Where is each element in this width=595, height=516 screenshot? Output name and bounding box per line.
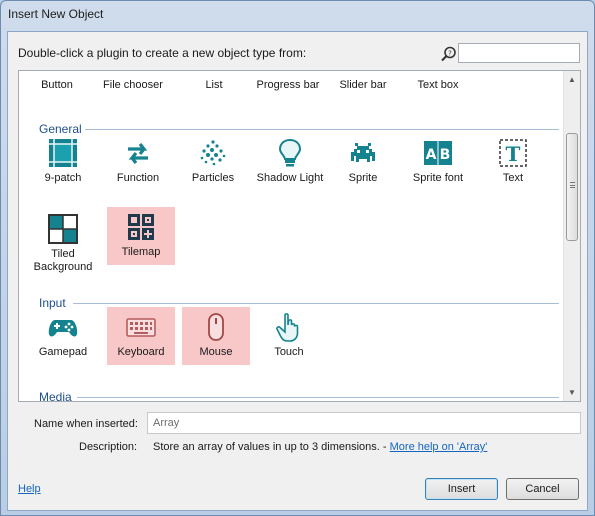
tilemap-icon bbox=[128, 214, 154, 240]
nine-patch-icon bbox=[49, 139, 77, 167]
list-item-function[interactable]: Function bbox=[104, 133, 172, 189]
list-item-tilemap[interactable]: Tilemap bbox=[107, 207, 175, 265]
dialog-client: Double-click a plugin to create a new ob… bbox=[7, 31, 588, 511]
category-divider bbox=[77, 397, 559, 398]
svg-text:T: T bbox=[506, 142, 521, 166]
svg-text:B: B bbox=[440, 147, 451, 163]
scroll-thumb[interactable] bbox=[566, 133, 578, 241]
search-input[interactable] bbox=[458, 43, 580, 63]
item-label: Slider bar bbox=[339, 79, 387, 91]
description-label: Description: bbox=[79, 441, 138, 453]
description-text: Store an array of values in up to 3 dime… bbox=[153, 441, 487, 453]
grip-icon bbox=[570, 182, 575, 188]
list-item-sprite-font[interactable]: A B Sprite font bbox=[404, 133, 472, 189]
sprite-font-icon: A B bbox=[424, 141, 452, 165]
list-item-touch[interactable]: Touch bbox=[255, 307, 323, 363]
list-item-shadow-light[interactable]: Shadow Light bbox=[254, 133, 326, 189]
shadow-light-icon bbox=[278, 138, 302, 167]
list-item-particles[interactable]: Particles bbox=[179, 133, 247, 189]
list-scrollbar[interactable]: ▲ ▼ bbox=[563, 71, 580, 401]
function-icon bbox=[128, 143, 148, 164]
instruction-text: Double-click a plugin to create a new ob… bbox=[18, 46, 307, 60]
list-item-text[interactable]: T Text bbox=[479, 133, 547, 189]
item-label: Mouse bbox=[199, 346, 233, 358]
item-label: 9-patch bbox=[44, 172, 82, 184]
item-label: Tiled Background bbox=[33, 248, 93, 273]
list-item-sprite[interactable]: Sprite bbox=[329, 133, 397, 189]
category-divider bbox=[73, 303, 559, 304]
dialog-window: Insert New Object Double-click a plugin … bbox=[0, 0, 595, 516]
list-item-9-patch[interactable]: 9-patch bbox=[29, 133, 97, 189]
particles-icon bbox=[200, 140, 226, 166]
item-label: Text box bbox=[417, 79, 459, 91]
window-title: Insert New Object bbox=[8, 7, 104, 21]
tiled-background-icon bbox=[48, 214, 78, 244]
item-label: Sprite bbox=[348, 172, 378, 184]
category-media: Media bbox=[39, 390, 72, 402]
item-label: File chooser bbox=[103, 79, 163, 91]
keyboard-icon bbox=[126, 318, 156, 337]
mouse-icon bbox=[208, 313, 224, 341]
sprite-icon bbox=[351, 143, 375, 162]
item-label: Sprite font bbox=[412, 172, 464, 184]
item-label: Gamepad bbox=[38, 346, 88, 358]
item-label: Text bbox=[502, 172, 524, 184]
text-icon: T bbox=[499, 139, 527, 167]
list-item-gamepad[interactable]: Gamepad bbox=[29, 307, 97, 363]
list-item-file-chooser[interactable]: File chooser bbox=[99, 79, 167, 97]
list-item-list[interactable]: List bbox=[180, 79, 248, 97]
description-body: Store an array of values in up to 3 dime… bbox=[153, 441, 390, 453]
insert-button[interactable]: Insert bbox=[425, 478, 498, 500]
touch-icon bbox=[276, 313, 299, 342]
more-help-link[interactable]: More help on 'Array' bbox=[390, 441, 488, 453]
scroll-down-icon[interactable]: ▼ bbox=[564, 384, 580, 401]
object-list[interactable]: Button File chooser List Progress bar Sl… bbox=[18, 70, 581, 402]
list-item-progress-bar[interactable]: Progress bar bbox=[254, 79, 322, 97]
list-item-keyboard[interactable]: Keyboard bbox=[107, 307, 175, 365]
svg-text:A: A bbox=[426, 147, 437, 163]
name-label: Name when inserted: bbox=[34, 418, 138, 430]
gamepad-icon bbox=[48, 320, 78, 337]
item-label: Particles bbox=[191, 172, 235, 184]
item-label: Tilemap bbox=[121, 246, 161, 258]
help-link[interactable]: Help bbox=[18, 483, 41, 495]
item-label: Button bbox=[41, 79, 73, 91]
list-item-mouse[interactable]: Mouse bbox=[182, 307, 250, 365]
item-label: List bbox=[205, 79, 223, 91]
scroll-up-icon[interactable]: ▲ bbox=[564, 71, 580, 88]
search-icon: ? bbox=[441, 46, 456, 62]
item-label: Touch bbox=[274, 346, 304, 358]
cancel-button[interactable]: Cancel bbox=[506, 478, 579, 500]
item-label: Function bbox=[116, 172, 160, 184]
svg-text:?: ? bbox=[448, 50, 452, 58]
list-item-button[interactable]: Button bbox=[23, 79, 91, 97]
list-item-tiled-background[interactable]: Tiled Background bbox=[29, 209, 97, 278]
name-input[interactable] bbox=[147, 412, 581, 434]
category-divider bbox=[85, 129, 559, 130]
item-label: Progress bar bbox=[256, 79, 320, 91]
list-item-slider-bar[interactable]: Slider bar bbox=[329, 79, 397, 97]
item-label: Keyboard bbox=[117, 346, 165, 358]
item-label: Shadow Light bbox=[256, 172, 324, 184]
list-item-text-box[interactable]: Text box bbox=[404, 79, 472, 97]
